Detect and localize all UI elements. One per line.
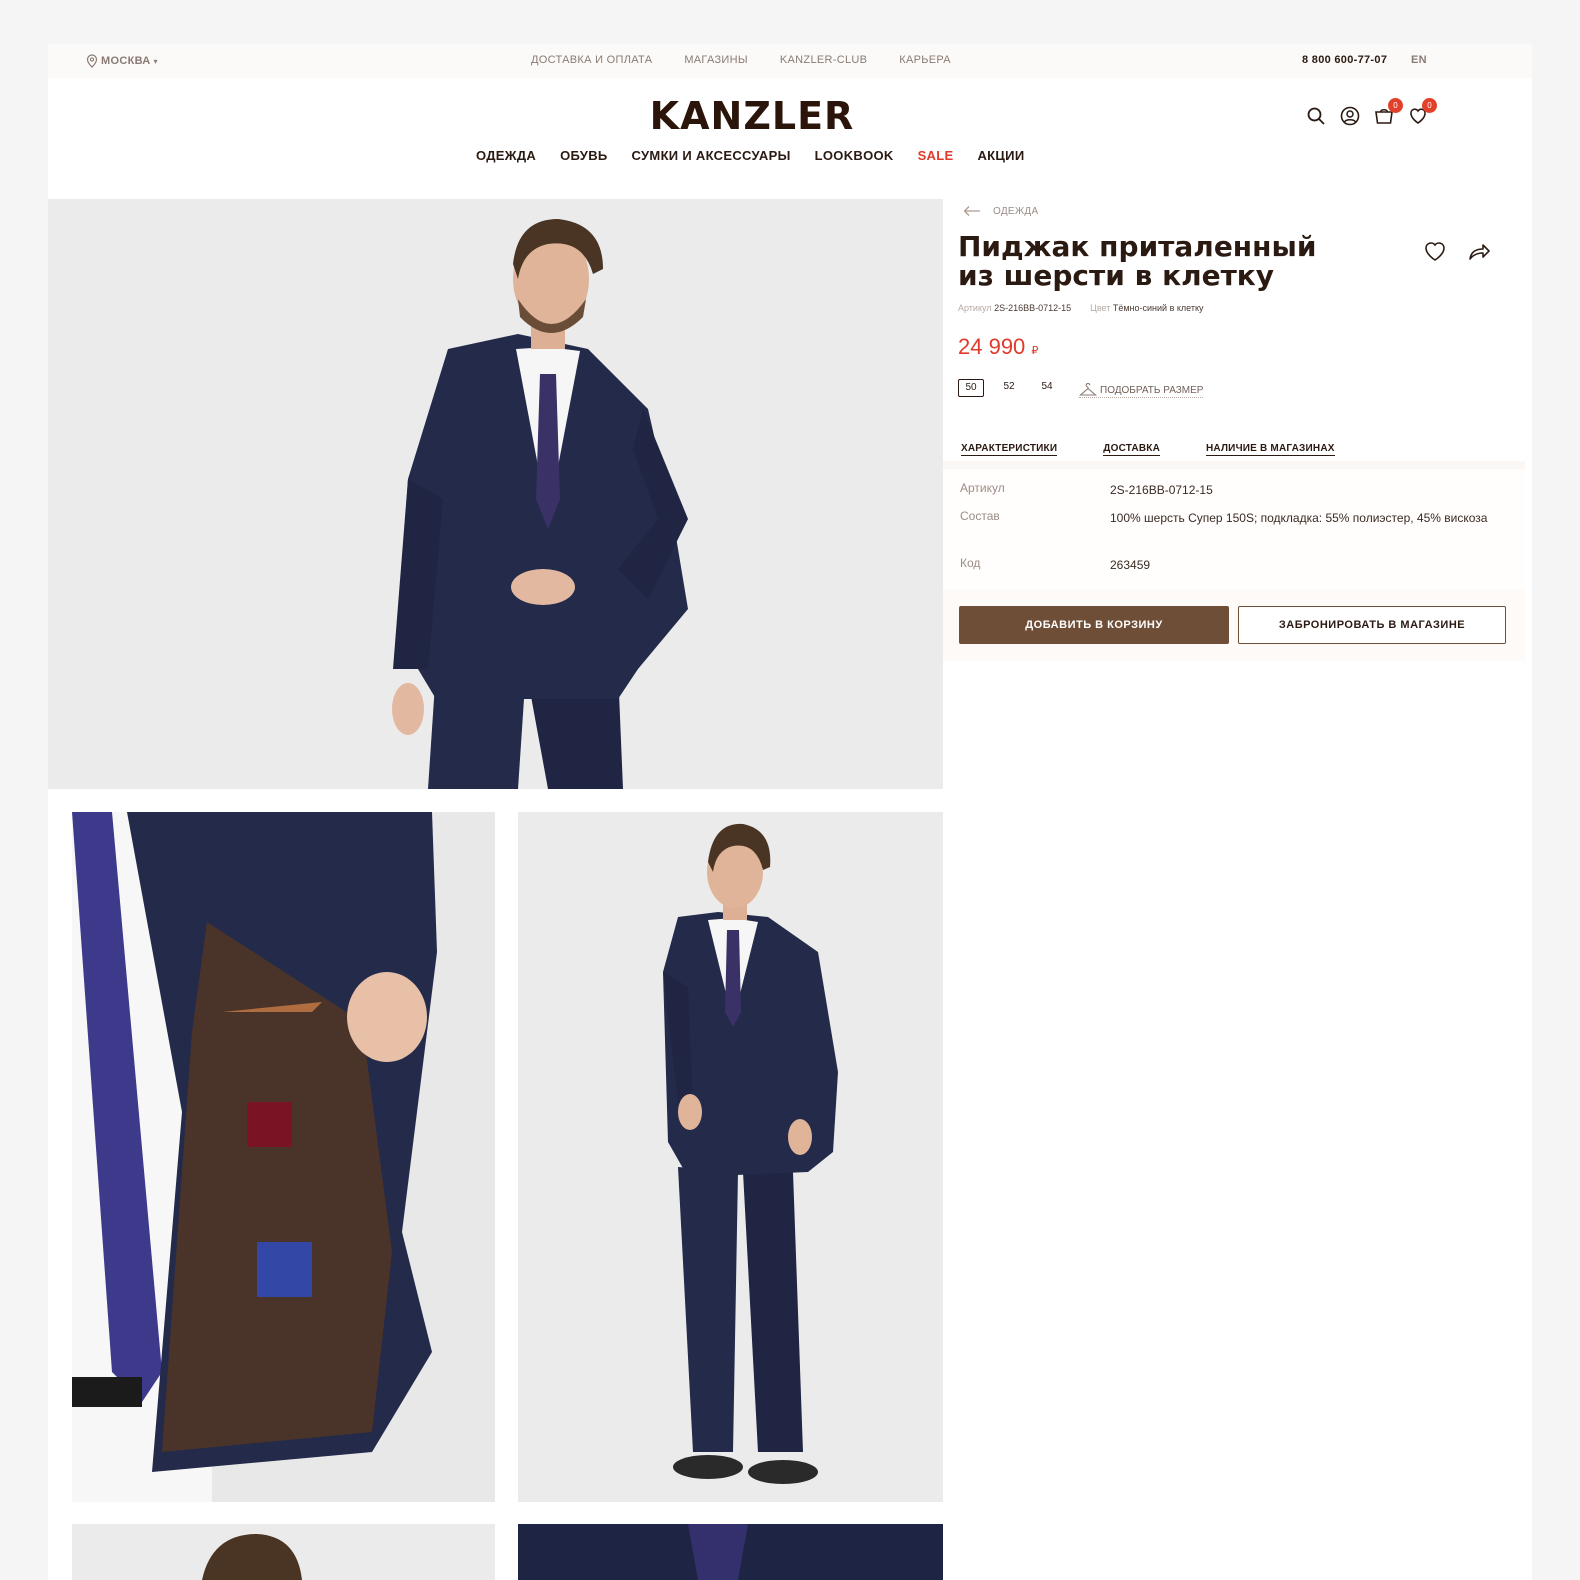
currency-symbol: ₽: [1031, 345, 1039, 357]
cart-button[interactable]: 0: [1374, 98, 1403, 128]
model-full-length-image: [518, 812, 943, 1502]
spec-key: Состав: [960, 509, 1000, 523]
spec-value: 100% шерсть Супер 150S; подкладка: 55% п…: [1110, 511, 1488, 525]
wishlist-count-badge: 0: [1422, 98, 1437, 113]
chevron-down-icon: ▾: [153, 56, 158, 66]
product-price: 24 990 ₽: [958, 334, 1038, 360]
nav-item-sale[interactable]: SALE: [918, 148, 954, 163]
nav-item-promotions[interactable]: АКЦИИ: [977, 148, 1024, 163]
price-value: 24 990: [958, 334, 1026, 359]
breadcrumb[interactable]: ОДЕЖДА: [963, 205, 1038, 217]
model-front-image: [48, 199, 943, 789]
spec-key: Код: [960, 556, 981, 570]
jacket-lining-image: [72, 812, 495, 1502]
size-guide-label: ПОДОБРАТЬ РАЗМЕР: [1100, 384, 1204, 396]
page: МОСКВА ▾ ДОСТАВКА И ОПЛАТА МАГАЗИНЫ KANZ…: [48, 44, 1532, 1580]
fabric-detail-image: [518, 1524, 943, 1580]
spec-value: 2S-216BB-0712-15: [1110, 483, 1213, 497]
main-nav: ОДЕЖДА ОБУВЬ СУМКИ И АКСЕССУАРЫ LOOKBOOK…: [476, 148, 1024, 163]
product-actions: [1423, 240, 1491, 262]
reserve-in-store-button[interactable]: ЗАБРОНИРОВАТЬ В МАГАЗИНЕ: [1238, 606, 1506, 644]
purchase-actions: ДОБАВИТЬ В КОРЗИНУ ЗАБРОНИРОВАТЬ В МАГАЗ…: [943, 589, 1525, 661]
header-icons: 0 0: [1306, 98, 1437, 128]
link-career[interactable]: КАРЬЕРА: [899, 54, 951, 66]
breadcrumb-label: ОДЕЖДА: [993, 205, 1039, 217]
tab-characteristics[interactable]: ХАРАКТЕРИСТИКИ: [961, 443, 1058, 456]
top-bar: МОСКВА ▾ ДОСТАВКА И ОПЛАТА МАГАЗИНЫ KANZ…: [48, 44, 1532, 78]
product-photo-main[interactable]: [48, 199, 943, 789]
product-photo-4[interactable]: [72, 1524, 495, 1580]
product-photo-5[interactable]: [518, 1524, 943, 1580]
user-icon: [1340, 106, 1360, 126]
product-photo-lining[interactable]: [72, 812, 495, 1502]
tab-delivery[interactable]: ДОСТАВКА: [1103, 443, 1160, 456]
product-title-line-2: из шерсти в клетку: [958, 259, 1275, 292]
link-stores[interactable]: МАГАЗИНЫ: [684, 54, 748, 66]
size-guide-link[interactable]: ПОДОБРАТЬ РАЗМЕР: [1079, 383, 1204, 398]
top-links: ДОСТАВКА И ОПЛАТА МАГАЗИНЫ KANZLER-CLUB …: [531, 54, 951, 66]
heart-icon[interactable]: [1423, 240, 1447, 262]
hanger-icon: [1079, 383, 1097, 396]
size-selector: 50 52 54: [958, 379, 1060, 397]
product-photo-full[interactable]: [518, 812, 943, 1502]
size-option-52[interactable]: 52: [996, 379, 1022, 397]
logo[interactable]: KANZLER: [644, 94, 860, 138]
wishlist-button[interactable]: 0: [1408, 98, 1437, 128]
add-to-cart-button[interactable]: ДОБАВИТЬ В КОРЗИНУ: [959, 606, 1229, 644]
color-label: Цвет: [1090, 303, 1111, 313]
link-delivery[interactable]: ДОСТАВКА И ОПЛАТА: [531, 54, 652, 66]
product-title: Пиджак приталенный из шерсти в клетку: [958, 232, 1318, 290]
size-option-54[interactable]: 54: [1034, 379, 1060, 397]
tab-availability[interactable]: НАЛИЧИЕ В МАГАЗИНАХ: [1206, 443, 1335, 456]
color-value: Тёмно-синий в клетку: [1112, 303, 1204, 313]
city-selector[interactable]: МОСКВА ▾: [86, 54, 158, 68]
nav-item-bags[interactable]: СУМКИ И АКСЕССУАРЫ: [632, 148, 791, 163]
article-label: Артикул: [958, 303, 992, 313]
size-option-50[interactable]: 50: [958, 379, 984, 397]
arrow-left-icon: [963, 206, 980, 216]
nav-item-shoes[interactable]: ОБУВЬ: [560, 148, 607, 163]
phone-number[interactable]: 8 800 600-77-07: [1302, 54, 1387, 66]
article-value: 2S-216BB-0712-15: [994, 303, 1072, 313]
location-pin-icon: [86, 54, 98, 68]
specs-table: Артикул 2S-216BB-0712-15 Состав 100% шер…: [943, 461, 1525, 589]
nav-item-lookbook[interactable]: LOOKBOOK: [815, 148, 894, 163]
nav-item-clothing[interactable]: ОДЕЖДА: [476, 148, 536, 163]
language-switch[interactable]: EN: [1411, 54, 1427, 66]
search-button[interactable]: [1306, 106, 1326, 128]
spec-key: Артикул: [960, 481, 1005, 495]
share-icon[interactable]: [1467, 240, 1491, 262]
model-head-image: [72, 1524, 495, 1580]
product-tabs: ХАРАКТЕРИСТИКИ ДОСТАВКА НАЛИЧИЕ В МАГАЗИ…: [961, 443, 1335, 456]
cart-count-badge: 0: [1388, 98, 1403, 113]
account-button[interactable]: [1340, 106, 1360, 128]
search-icon: [1307, 107, 1325, 125]
product-meta: Артикул 2S-216BB-0712-15 Цвет Тёмно-сини…: [958, 303, 1204, 313]
city-label: МОСКВА: [101, 55, 151, 67]
spec-value: 263459: [1110, 558, 1151, 572]
link-club[interactable]: KANZLER-CLUB: [780, 54, 867, 66]
